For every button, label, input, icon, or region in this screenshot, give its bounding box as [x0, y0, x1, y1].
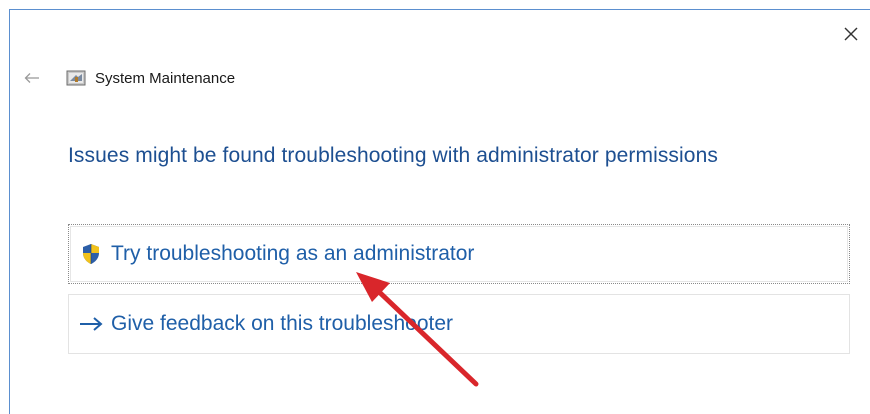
uac-shield-icon — [79, 242, 103, 266]
run-as-administrator-option[interactable]: Try troubleshooting as an administrator — [68, 224, 850, 284]
option-label: Try troubleshooting as an administrator — [111, 242, 475, 265]
system-maintenance-icon — [66, 70, 86, 86]
page-heading: Issues might be found troubleshooting wi… — [68, 144, 718, 167]
close-icon — [844, 27, 858, 41]
window-title: System Maintenance — [95, 70, 236, 87]
back-arrow-icon — [24, 73, 39, 83]
close-button[interactable] — [836, 20, 866, 48]
back-button[interactable] — [20, 66, 44, 90]
right-arrow-icon — [79, 312, 103, 336]
give-feedback-option[interactable]: Give feedback on this troubleshooter — [68, 294, 850, 354]
option-label: Give feedback on this troubleshooter — [111, 312, 454, 335]
